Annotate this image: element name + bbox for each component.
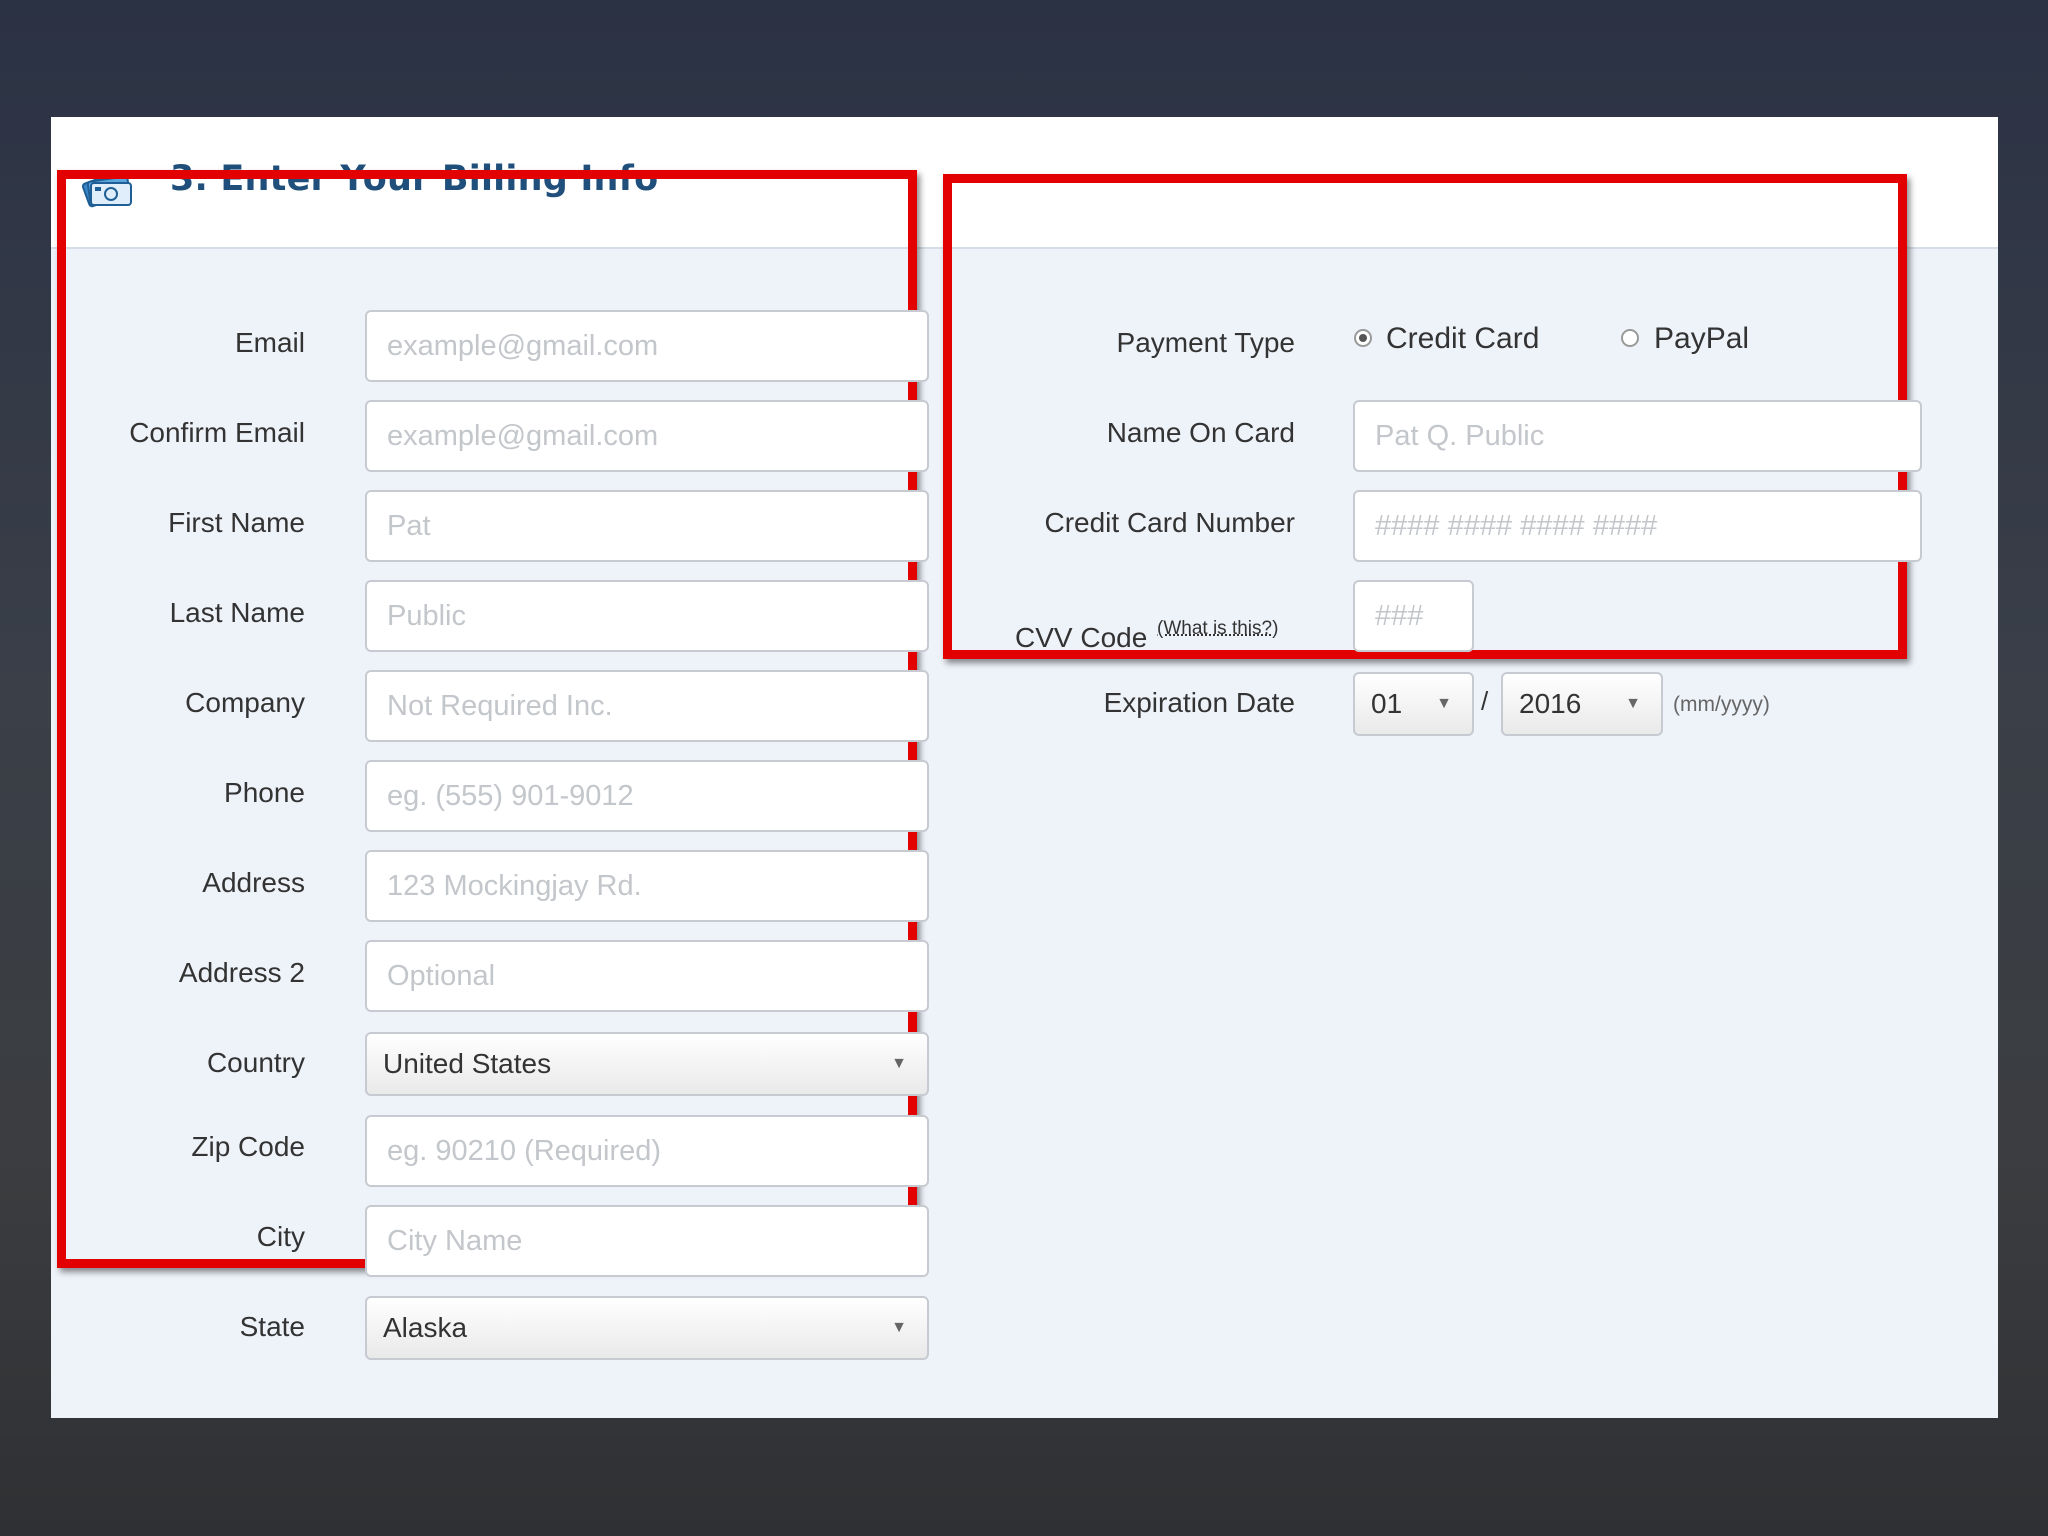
state-value: Alaska (383, 1312, 468, 1343)
first-name-label: First Name (168, 507, 305, 538)
zip-field[interactable]: eg. 90210 (Required) (365, 1115, 929, 1187)
state-label: State (239, 1311, 305, 1342)
expiration-label: Expiration Date (1103, 687, 1295, 718)
chevron-down-icon: ▼ (1436, 695, 1452, 712)
expiration-month-select[interactable]: 01 ▼ (1353, 672, 1474, 736)
confirm-email-label: Confirm Email (129, 417, 305, 448)
cvv-help-link[interactable]: (What is this?) (1157, 618, 1278, 640)
last-name-field[interactable]: Public (365, 580, 929, 652)
payment-type-label: Payment Type (1116, 327, 1295, 358)
city-field[interactable]: City Name (365, 1205, 929, 1277)
chevron-down-icon: ▼ (891, 1055, 907, 1072)
expiration-year-select[interactable]: 2016 ▼ (1501, 672, 1663, 736)
company-label: Company (185, 687, 305, 718)
credit-card-radio[interactable] (1354, 329, 1372, 347)
address-label: Address (202, 867, 305, 898)
expiration-format-hint: (mm/yyyy) (1673, 693, 1770, 716)
address2-label: Address 2 (178, 957, 305, 988)
phone-label: Phone (224, 777, 305, 808)
paypal-radio[interactable] (1621, 329, 1639, 347)
paypal-option-label[interactable]: PayPal (1654, 322, 1749, 356)
country-select[interactable]: United States ▼ (365, 1032, 929, 1096)
expiration-year-value: 2016 (1519, 688, 1582, 719)
address-field[interactable]: 123 Mockingjay Rd. (365, 850, 929, 922)
company-field[interactable]: Not Required Inc. (365, 670, 929, 742)
credit-card-option-label[interactable]: Credit Card (1386, 322, 1539, 356)
chevron-down-icon: ▼ (891, 1319, 907, 1336)
confirm-email-field[interactable]: example@gmail.com (365, 400, 929, 472)
chevron-down-icon: ▼ (1625, 695, 1641, 712)
expiration-month-value: 01 (1371, 688, 1403, 719)
cvv-field[interactable]: ### (1353, 580, 1474, 652)
card-number-label: Credit Card Number (1044, 507, 1295, 538)
name-on-card-label: Name On Card (1106, 417, 1295, 448)
country-value: United States (383, 1048, 552, 1079)
email-label: Email (234, 327, 305, 358)
zip-label: Zip Code (191, 1131, 305, 1162)
address2-field[interactable]: Optional (365, 940, 929, 1012)
country-label: Country (206, 1047, 305, 1078)
state-select[interactable]: Alaska ▼ (365, 1296, 929, 1360)
last-name-label: Last Name (169, 597, 305, 628)
cvv-label: CVV Code (1015, 622, 1148, 653)
first-name-field[interactable]: Pat (365, 490, 929, 562)
phone-field[interactable]: eg. (555) 901-9012 (365, 760, 929, 832)
name-on-card-field[interactable]: Pat Q. Public (1353, 400, 1922, 472)
email-field[interactable]: example@gmail.com (365, 310, 929, 382)
expiration-separator: / (1481, 686, 1489, 716)
city-label: City (256, 1221, 305, 1252)
card-number-field[interactable]: #### #### #### #### (1353, 490, 1922, 562)
